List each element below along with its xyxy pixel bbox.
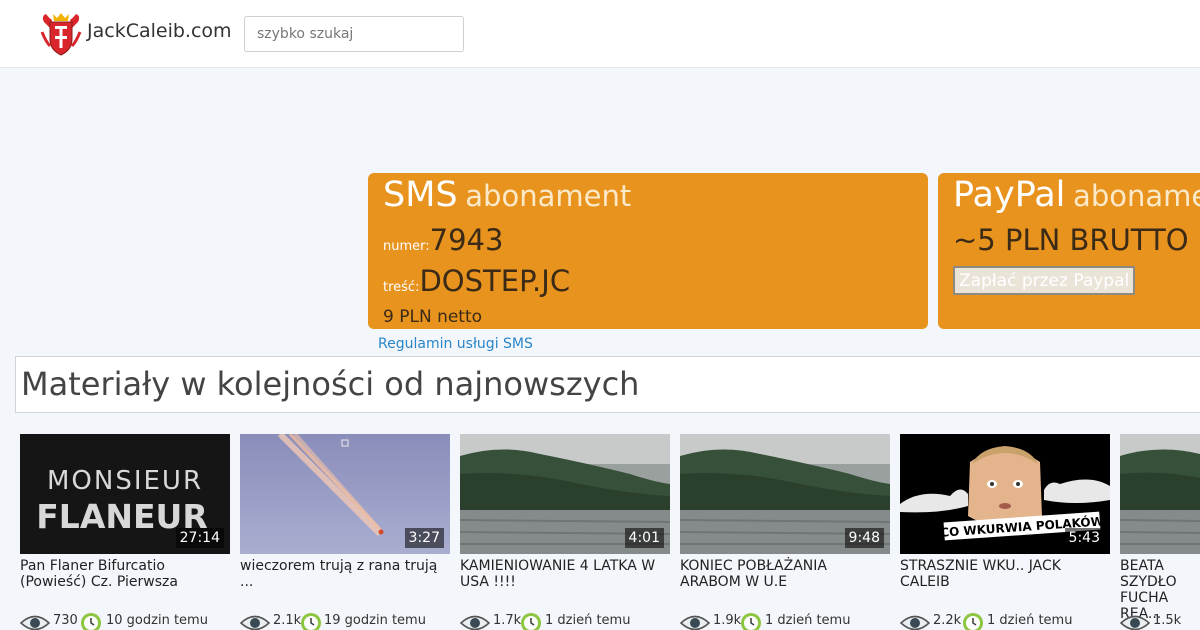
view-count: 1.5k [1153,613,1182,628]
clock-icon [521,613,541,630]
sms-number-label: numer: [383,239,430,254]
video-thumbnail[interactable]: MONSIEUR FLANEUR 27:14 [20,434,230,554]
upload-time: 1 dzień temu [987,613,1073,628]
sms-terms-link[interactable]: Regulamin usługi SMS [378,336,533,352]
video-title-link[interactable]: KAMIENIOWANIE 4 LATKA W USA !!!! [460,558,670,590]
video-thumbnail[interactable]: CO WKURWIA POLAKÓW 5:43 [900,434,1110,554]
sms-panel-title: SMS abonament [383,175,631,215]
video-stats: 1.9k 1 dzień temu [680,612,910,630]
video-duration: 3:27 [404,528,444,548]
search-input[interactable] [244,16,464,52]
video-stats: 1.5k [1120,612,1200,630]
site-name-link[interactable]: JackCaleib.com [87,20,232,42]
video-card[interactable]: 4:01 KAMIENIOWANIE 4 LATKA W USA !!!! 1.… [460,434,670,630]
video-thumbnail[interactable]: 4:01 [460,434,670,554]
eye-icon [1120,615,1150,630]
clock-icon [81,613,101,630]
paypal-price: ~5 PLN BRUTTO [953,223,1189,257]
clock-icon [741,613,761,630]
thumbnail-text-1: MONSIEUR [47,466,203,496]
video-duration: 5:43 [1064,528,1104,548]
paypal-panel-title: PayPal abonament [953,175,1200,215]
eye-icon [240,615,270,630]
sms-text-row: treść:DOSTEP.JC [383,264,570,298]
video-title-link[interactable]: Pan Flaner Bifurcatio (Powieść) Cz. Pier… [20,558,230,590]
sms-price: 9 PLN netto [383,307,483,327]
video-stats: 1.7k 1 dzień temu [460,612,690,630]
video-duration: 9:48 [844,528,884,548]
upload-time: 19 godzin temu [324,613,426,628]
sms-text-value: DOSTEP.JC [419,264,571,298]
sms-title-main: SMS [383,175,458,215]
site-header: JackCaleib.com [0,0,1200,68]
upload-time: 1 dzień temu [765,613,851,628]
video-title-link[interactable]: KONIEC POBŁAŻANIA ARABOM W U.E [680,558,890,590]
view-count: 2.1k [273,613,302,628]
clock-icon [301,613,321,630]
view-count: 2.2k [933,613,962,628]
video-stats: 2.1k 19 godzin temu [240,612,470,630]
video-title-link[interactable]: STRASZNIE WKU.. JACK CALEIB [900,558,1110,590]
video-stats: 2.2k 1 dzień temu [900,612,1130,630]
sms-number-value: 7943 [429,223,504,257]
thumbnail-image [1120,434,1200,554]
upload-time: 10 godzin temu [106,613,208,628]
video-thumbnail[interactable] [1120,434,1200,554]
eye-icon [680,615,710,630]
video-card[interactable]: BEATA SZYDŁO FUCHA REA... 1.5k [1120,434,1200,630]
upload-time: 1 dzień temu [545,613,631,628]
coat-of-arms-logo[interactable] [40,12,82,56]
section-title: Materiały w kolejności od najnowszych [21,365,640,403]
eye-icon [900,615,930,630]
video-duration: 27:14 [175,528,224,548]
video-duration: 4:01 [624,528,664,548]
video-card[interactable]: MONSIEUR FLANEUR 27:14 Pan Flaner Bifurc… [20,434,230,630]
sms-text-label: treść: [383,280,420,295]
video-card[interactable]: 3:27 wieczorem trują z rana trują ... 2.… [240,434,450,630]
view-count: 1.9k [713,613,742,628]
video-stats: 730 10 godzin temu [20,612,250,630]
sms-title-sub: abonament [465,179,632,213]
video-thumbnail[interactable]: 3:27 [240,434,450,554]
paypal-subscription-panel: PayPal abonament ~5 PLN BRUTTO Zapłać pr… [938,173,1200,329]
section-header: Materiały w kolejności od najnowszych [15,356,1200,413]
view-count: 730 [53,613,78,628]
video-card[interactable]: CO WKURWIA POLAKÓW 5:43 STRASZNIE WKU.. … [900,434,1110,630]
pay-with-paypal-button[interactable]: Zapłać przez Paypal [953,266,1136,295]
eye-icon [460,615,490,630]
sms-number-row: numer:7943 [383,223,503,257]
paypal-title-sub: abonament [1073,179,1200,213]
sms-subscription-panel: SMS abonament numer:7943 treść:DOSTEP.JC… [368,173,928,329]
paypal-title-main: PayPal [953,175,1066,215]
eye-icon [20,615,50,630]
view-count: 1.7k [493,613,522,628]
video-title-link[interactable]: wieczorem trują z rana trują ... [240,558,450,590]
video-card[interactable]: 9:48 KONIEC POBŁAŻANIA ARABOM W U.E 1.9k… [680,434,890,630]
video-thumbnail[interactable]: 9:48 [680,434,890,554]
clock-icon [963,613,983,630]
